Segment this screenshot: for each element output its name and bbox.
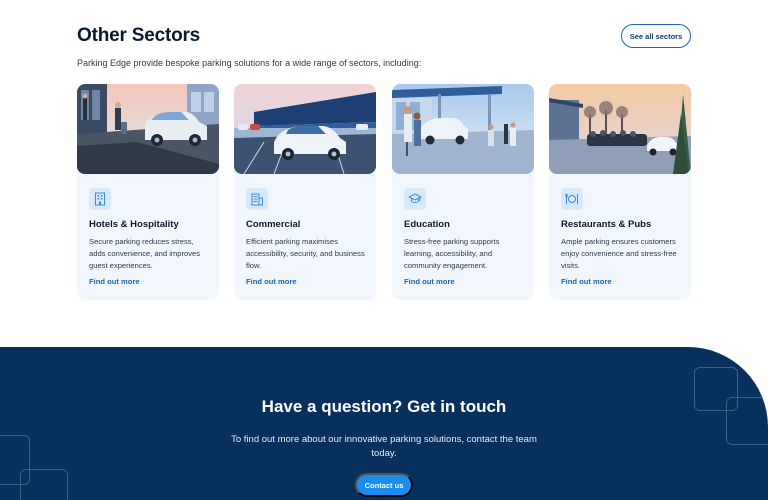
restaurants-illustration	[549, 84, 691, 174]
dining-plate-icon	[561, 188, 583, 210]
sector-card-education[interactable]: Education Stress-free parking supports l…	[392, 84, 534, 300]
card-title: Commercial	[246, 219, 301, 230]
office-building-icon	[246, 188, 268, 210]
section-title: Other Sectors	[77, 25, 201, 46]
sector-card-hotels[interactable]: Hotels & Hospitality Secure parking redu…	[77, 84, 219, 300]
find-out-more-link[interactable]: Find out more	[246, 277, 297, 286]
card-title: Restaurants & Pubs	[561, 219, 652, 230]
hotels-illustration	[77, 84, 219, 174]
education-illustration	[392, 84, 534, 174]
contact-us-button[interactable]: Contact us	[355, 473, 413, 497]
card-description: Secure parking reduces stress, adds conv…	[89, 237, 201, 270]
see-all-sectors-button[interactable]: See all sectors	[621, 24, 691, 48]
card-title: Education	[404, 219, 450, 230]
decorative-outline-shape	[20, 469, 68, 500]
section-subtitle: Parking Edge provide bespoke parking sol…	[77, 58, 422, 68]
find-out-more-link[interactable]: Find out more	[561, 277, 612, 286]
sector-card-restaurants[interactable]: Restaurants & Pubs Ample parking ensures…	[549, 84, 691, 300]
other-sectors-section: Other Sectors Parking Edge provide bespo…	[0, 0, 768, 347]
sector-card-commercial[interactable]: Commercial Efficient parking maximises a…	[234, 84, 376, 300]
contact-section: Have a question? Get in touch To find ou…	[0, 347, 768, 500]
contact-title: Have a question? Get in touch	[261, 397, 507, 416]
card-description: Efficient parking maximises accessibilit…	[246, 237, 365, 270]
card-description: Ample parking ensures customers enjoy co…	[561, 237, 677, 270]
contact-description: To find out more about our innovative pa…	[231, 434, 537, 459]
card-description: Stress-free parking supports learning, a…	[404, 237, 500, 270]
commercial-illustration	[234, 84, 376, 174]
card-title: Hotels & Hospitality	[89, 219, 179, 230]
find-out-more-link[interactable]: Find out more	[404, 277, 455, 286]
hotel-building-icon	[89, 188, 111, 210]
graduation-cap-icon	[404, 188, 426, 210]
find-out-more-link[interactable]: Find out more	[89, 277, 140, 286]
